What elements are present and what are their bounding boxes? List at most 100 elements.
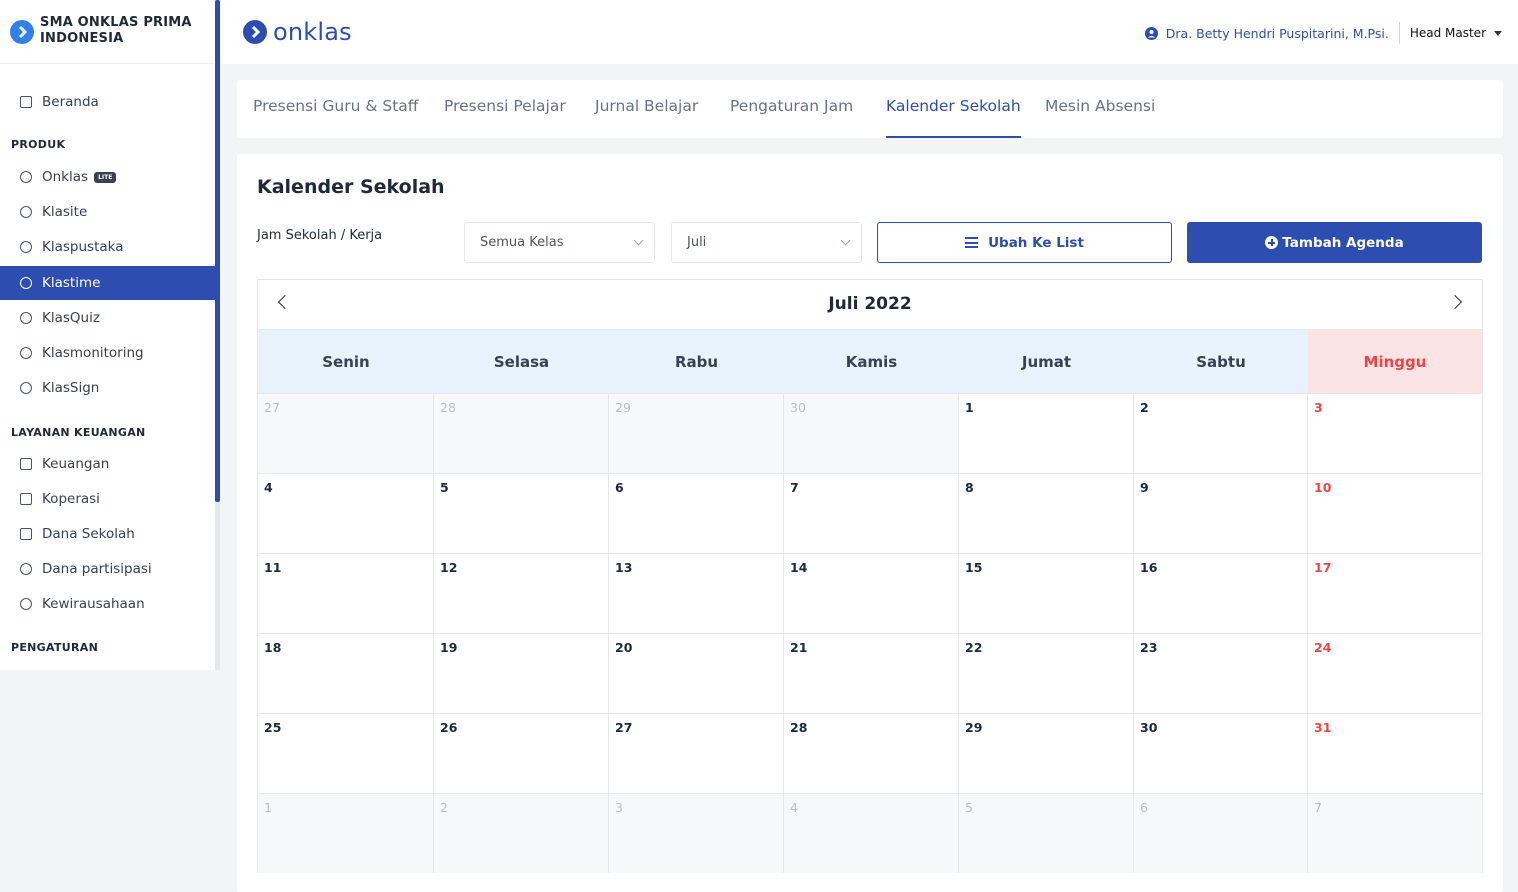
home-icon: [20, 96, 32, 108]
sidebar-item-label: Kewirausahaan: [42, 596, 145, 612]
month-select[interactable]: Juli: [671, 222, 862, 263]
tab-pengaturan-jam[interactable]: Pengaturan Jam: [730, 97, 853, 138]
sidebar-item-label: Klaspustaka: [42, 239, 124, 255]
calendar-day-cell[interactable]: 15: [959, 554, 1134, 633]
calendar-day-cell[interactable]: 16: [1134, 554, 1308, 633]
calendar-day-cell[interactable]: 30: [784, 394, 959, 473]
klasite-icon: [20, 206, 32, 218]
calendar-day-cell[interactable]: 7: [784, 474, 959, 553]
onklas-logo[interactable]: onklas: [243, 20, 352, 44]
calendar-day-cell[interactable]: 29: [609, 394, 784, 473]
sidebar-item-label: Onklas: [42, 169, 89, 185]
user-menu[interactable]: Dra. Betty Hendri Puspitarini, M.Psi. He…: [1144, 22, 1502, 44]
calendar-day-cell[interactable]: 9: [1134, 474, 1308, 553]
plus-circle-icon: [1265, 236, 1279, 249]
add-agenda-button[interactable]: Tambah Agenda: [1187, 222, 1482, 263]
section-pengaturan: PENGATURAN: [11, 641, 99, 654]
klasquiz-icon: [20, 312, 32, 324]
sidebar-item-klastime[interactable]: Klastime: [0, 266, 215, 300]
sidebar-item-klasmonitoring[interactable]: Klasmonitoring: [0, 336, 215, 370]
calendar-day-cell[interactable]: 3: [1308, 394, 1482, 473]
calendar-day-cell[interactable]: 2: [1134, 394, 1308, 473]
calendar-day-cell[interactable]: 3: [609, 794, 784, 873]
chevron-down-icon[interactable]: [1494, 30, 1502, 36]
calendar-day-cell[interactable]: 21: [784, 634, 959, 713]
calendar-day-cell[interactable]: 24: [1308, 634, 1482, 713]
calendar-day-cell[interactable]: 5: [959, 794, 1134, 873]
tab-presensi-pelajar[interactable]: Presensi Pelajar: [444, 97, 566, 138]
calendar-day-cell[interactable]: 27: [609, 714, 784, 793]
weekday-header: Rabu: [609, 330, 784, 394]
sidebar-item-klaspustaka[interactable]: Klaspustaka: [0, 230, 215, 264]
sidebar-item-kewirausahaan[interactable]: Kewirausahaan: [0, 587, 215, 621]
sidebar-item-beranda[interactable]: Beranda: [0, 85, 215, 119]
calendar-day-cell[interactable]: 18: [258, 634, 434, 713]
calendar-day-cell[interactable]: 1: [258, 794, 434, 873]
tab-mesin-absensi[interactable]: Mesin Absensi: [1045, 97, 1155, 138]
calendar-grid: 27 28 29 30 1 2 3 4 5 6 7 8 9 10 11 12 13 14 15 16 17 18 19 20 2…: [258, 393, 1482, 873]
calendar-day-cell[interactable]: 4: [784, 794, 959, 873]
calendar-day-cell[interactable]: 7: [1308, 794, 1482, 873]
class-select[interactable]: Semua Kelas: [464, 222, 655, 263]
calendar-day-cell[interactable]: 28: [434, 394, 609, 473]
sidebar-item-dana-sekolah[interactable]: Dana Sekolah: [0, 517, 215, 551]
sidebar-item-keuangan[interactable]: Keuangan: [0, 447, 215, 481]
weekday-header: Sabtu: [1134, 330, 1308, 394]
calendar-day-cell[interactable]: 27: [258, 394, 434, 473]
weekday-header: Senin: [258, 330, 434, 394]
calendar-day-cell[interactable]: 12: [434, 554, 609, 633]
calendar-day-cell[interactable]: 13: [609, 554, 784, 633]
calendar-day-cell[interactable]: 20: [609, 634, 784, 713]
top-header: onklas Dra. Betty Hendri Puspitarini, M.…: [221, 0, 1518, 64]
calendar-day-cell[interactable]: 28: [784, 714, 959, 793]
calendar-day-cell[interactable]: 17: [1308, 554, 1482, 633]
calendar-day-cell[interactable]: 29: [959, 714, 1134, 793]
tab-presensi-guru-staff[interactable]: Presensi Guru & Staff: [253, 97, 418, 138]
calendar-day-cell[interactable]: 1: [959, 394, 1134, 473]
user-name[interactable]: Dra. Betty Hendri Puspitarini, M.Psi.: [1166, 26, 1389, 41]
calendar-day-cell[interactable]: 5: [434, 474, 609, 553]
sidebar-scrollbar[interactable]: [215, 0, 220, 670]
sidebar-item-label: Koperasi: [42, 491, 100, 507]
participation-icon: [20, 563, 32, 575]
sidebar-item-dana-partisipasi[interactable]: Dana partisipasi: [0, 552, 215, 586]
change-to-list-button[interactable]: Ubah Ke List: [877, 222, 1172, 263]
divider: [1398, 22, 1400, 44]
sidebar-item-klasquiz[interactable]: KlasQuiz: [0, 301, 215, 335]
calendar-day-cell[interactable]: 8: [959, 474, 1134, 553]
chevron-down-icon: [840, 235, 851, 246]
calendar-day-cell[interactable]: 14: [784, 554, 959, 633]
calendar-day-cell[interactable]: 2: [434, 794, 609, 873]
calendar-day-cell[interactable]: 6: [609, 474, 784, 553]
calendar-day-cell[interactable]: 6: [1134, 794, 1308, 873]
calendar-day-cell[interactable]: 4: [258, 474, 434, 553]
calendar-day-cell[interactable]: 22: [959, 634, 1134, 713]
lite-badge: LITE: [94, 171, 117, 183]
sidebar-scrollbar-thumb[interactable]: [215, 0, 220, 502]
tab-jurnal-belajar[interactable]: Jurnal Belajar: [595, 97, 698, 138]
sidebar-item-klasite[interactable]: Klasite: [0, 195, 215, 229]
calendar-day-cell[interactable]: 23: [1134, 634, 1308, 713]
calendar-day-cell[interactable]: 31: [1308, 714, 1482, 793]
klasmonitoring-icon: [20, 347, 32, 359]
calendar-week-row: 27 28 29 30 1 2 3: [258, 393, 1482, 473]
calendar-header: Juli 2022: [258, 280, 1482, 329]
calendar-day-cell[interactable]: 30: [1134, 714, 1308, 793]
weekday-header: Jumat: [959, 330, 1134, 394]
calendar-day-cell[interactable]: 25: [258, 714, 434, 793]
sidebar-item-onklas[interactable]: Onklas LITE: [0, 160, 215, 194]
wallet-icon: [20, 458, 32, 470]
store-icon: [20, 493, 32, 505]
sidebar-item-koperasi[interactable]: Koperasi: [0, 482, 215, 516]
user-role[interactable]: Head Master: [1410, 26, 1486, 40]
tab-kalender-sekolah[interactable]: Kalender Sekolah: [886, 97, 1021, 138]
calendar-day-cell[interactable]: 19: [434, 634, 609, 713]
month-calendar: Juli 2022 Senin Selasa Rabu Kamis Jumat Sabtu…: [257, 279, 1483, 873]
sidebar-item-klassign[interactable]: KlasSign: [0, 371, 215, 405]
calendar-day-cell[interactable]: 10: [1308, 474, 1482, 553]
change-to-list-label: Ubah Ke List: [988, 234, 1084, 251]
school-name: SMA ONKLAS PRIMA INDONESIA: [40, 15, 192, 46]
chevron-down-icon: [633, 235, 644, 246]
calendar-day-cell[interactable]: 11: [258, 554, 434, 633]
calendar-day-cell[interactable]: 26: [434, 714, 609, 793]
